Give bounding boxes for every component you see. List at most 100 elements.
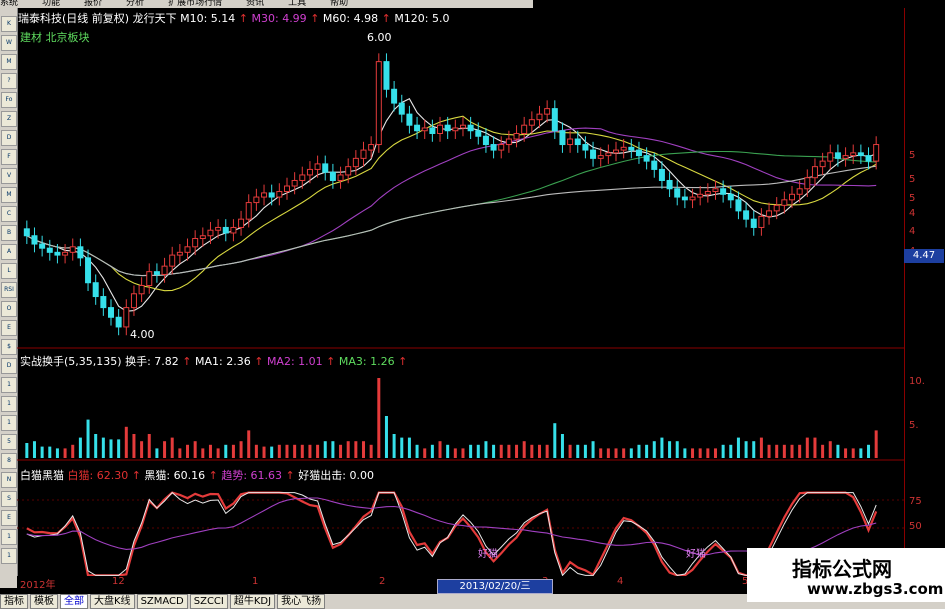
candle-body <box>704 191 711 195</box>
toolbar-icon-3[interactable]: ? <box>1 73 17 89</box>
candle-body <box>452 127 459 132</box>
candle-body <box>582 144 589 151</box>
candle-body <box>559 130 566 146</box>
tab-0[interactable]: 指标 <box>0 594 28 609</box>
haomao-value: 好猫出击: 0.00 <box>298 469 374 482</box>
toolbar-icon-0[interactable]: K <box>1 16 17 32</box>
volume-bar <box>331 441 335 458</box>
volume-bar <box>461 448 465 458</box>
candle-body <box>329 171 336 181</box>
candle-body <box>215 226 222 231</box>
toolbar-icon-9[interactable]: M <box>1 187 17 203</box>
candle-body <box>222 226 229 234</box>
candle-body <box>146 271 153 286</box>
left-toolbar: K W M? Fo Z D F V M C B A L RSI O E $ D 1 1 1 5 8 N S E 1 1 <box>0 8 18 588</box>
volume-bar <box>560 434 564 458</box>
candle-body <box>31 235 38 245</box>
toolbar-icon-14[interactable]: RSI <box>1 282 17 298</box>
toolbar-icon-21[interactable]: 1 <box>1 415 17 431</box>
volume-bar <box>323 441 327 458</box>
toolbar-icon-22[interactable]: 5 <box>1 434 17 450</box>
candle-body <box>138 284 145 295</box>
volume-bar <box>798 444 802 458</box>
toolbar-icon-24[interactable]: N <box>1 472 17 488</box>
baimao-value: 白猫: 62.30 <box>67 469 129 482</box>
heimao-value: 黑猫: 60.16 <box>144 469 206 482</box>
toolbar-icon-4[interactable]: Fo <box>1 92 17 108</box>
osc-tick: 50 <box>909 521 922 532</box>
candle-body <box>69 246 76 253</box>
volume-bar <box>767 444 771 458</box>
toolbar-icon-15[interactable]: O <box>1 301 17 317</box>
tab-1[interactable]: 模板 <box>30 594 58 609</box>
candle-body <box>735 199 742 212</box>
tab-5[interactable]: SZCCI <box>189 594 228 609</box>
volume-bar <box>606 448 610 458</box>
tab-2[interactable]: 全部 <box>60 594 88 609</box>
volume-bar <box>713 448 717 458</box>
menu-item-6[interactable]: 工具 <box>288 0 306 8</box>
tab-4[interactable]: SZMACD <box>136 594 188 609</box>
toolbar-icon-28[interactable]: 1 <box>1 548 17 564</box>
menu-item-0[interactable]: 系统 <box>0 0 18 8</box>
candle-body <box>268 192 275 198</box>
panel3-header: 白猫黑猫 白猫: 62.30 ↑ 黑猫: 60.16 ↑ 趋势: 61.63 ↑… <box>20 469 374 482</box>
toolbar-icon-25[interactable]: S <box>1 491 17 507</box>
toolbar-icon-16[interactable]: E <box>1 320 17 336</box>
date-tick: 2 <box>379 576 386 587</box>
menu-item-4[interactable]: 扩展市场行情 <box>168 0 222 8</box>
volume-bar <box>186 444 190 458</box>
toolbar-icon-10[interactable]: C <box>1 206 17 222</box>
candle-body <box>689 196 696 201</box>
volume-bar <box>576 444 580 458</box>
date-tick: 2012年 <box>20 580 56 591</box>
toolbar-icon-7[interactable]: F <box>1 149 17 165</box>
menu-item-3[interactable]: 分析 <box>126 0 144 8</box>
volume-bar <box>736 437 740 458</box>
candle-body <box>712 188 719 193</box>
candle-body <box>743 210 750 220</box>
toolbar-icon-26[interactable]: E <box>1 510 17 526</box>
toolbar-icon-17[interactable]: $ <box>1 339 17 355</box>
toolbar-icon-6[interactable]: D <box>1 130 17 146</box>
volume-bar <box>775 444 779 458</box>
menu-item-2[interactable]: 报价 <box>84 0 102 8</box>
volume-bar <box>438 441 442 458</box>
volume-bar <box>285 444 289 458</box>
chart-area[interactable] <box>17 8 904 576</box>
toolbar-icon-23[interactable]: 8 <box>1 453 17 469</box>
volume-bar <box>239 441 243 458</box>
tab-6[interactable]: 超牛KDJ <box>229 594 276 609</box>
candle-body <box>873 144 880 162</box>
candle-body <box>597 155 604 159</box>
toolbar-icon-18[interactable]: D <box>1 358 17 374</box>
volume-bar <box>599 448 603 458</box>
toolbar-icon-12[interactable]: A <box>1 244 17 260</box>
sector-label: 建材 北京板块 <box>20 31 90 44</box>
candle-body <box>291 179 298 187</box>
toolbar-icon-13[interactable]: L <box>1 263 17 279</box>
volume-bar <box>117 439 121 458</box>
toolbar-icon-20[interactable]: 1 <box>1 396 17 412</box>
candle-body <box>720 188 727 195</box>
toolbar-icon-27[interactable]: 1 <box>1 529 17 545</box>
toolbar-icon-5[interactable]: Z <box>1 111 17 127</box>
toolbar-icon-2[interactable]: M <box>1 54 17 70</box>
menu-item-1[interactable]: 功能 <box>42 0 60 8</box>
volume-bar <box>851 448 855 458</box>
menu-item-5[interactable]: 资讯 <box>246 0 264 8</box>
candle-body <box>811 166 818 179</box>
menu-item-7[interactable]: 帮助 <box>330 0 348 8</box>
volume-bar <box>729 444 733 458</box>
candle-body <box>77 246 84 259</box>
candle-body <box>153 271 160 275</box>
ma-line-90 <box>26 165 877 277</box>
toolbar-icon-1[interactable]: W <box>1 35 17 51</box>
candle-body <box>513 132 520 140</box>
tab-3[interactable]: 大盘K线 <box>90 594 135 609</box>
toolbar-icon-19[interactable]: 1 <box>1 377 17 393</box>
candle-body <box>375 61 382 146</box>
toolbar-icon-11[interactable]: B <box>1 225 17 241</box>
tab-7[interactable]: 我心飞扬 <box>277 594 326 609</box>
toolbar-icon-8[interactable]: V <box>1 168 17 184</box>
